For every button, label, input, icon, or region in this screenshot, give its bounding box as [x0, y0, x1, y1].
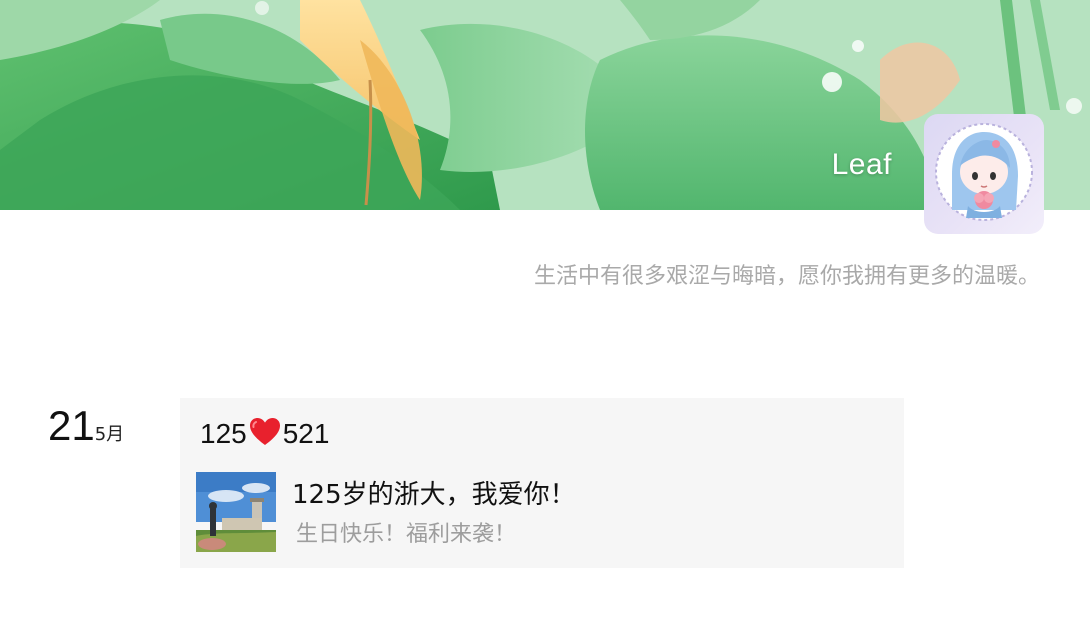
- moments-page: Leaf 生活中有很多艰涩与晦暗，愿你我拥有更多的温暖。 215月 125 521: [0, 0, 1090, 642]
- post-title: 125 521: [200, 414, 329, 454]
- post-title-suffix: 521: [282, 418, 330, 449]
- campus-photo-icon: [196, 472, 276, 552]
- anime-girl-avatar-icon: [935, 123, 1033, 221]
- article-description: 生日快乐！福利来袭！: [296, 522, 517, 547]
- post-card[interactable]: 125 521 125岁的浙大，我爱你！ 生日快乐！福利来袭！: [180, 398, 904, 568]
- avatar[interactable]: [924, 114, 1044, 234]
- post-date: 215月: [48, 402, 124, 454]
- post-date-day: 21: [48, 402, 95, 449]
- article-title: 125岁的浙大，我爱你！: [292, 480, 576, 510]
- owner-name: Leaf: [831, 148, 892, 181]
- profile-signature: 生活中有很多艰涩与晦暗，愿你我拥有更多的温暖。: [533, 264, 1040, 289]
- article-thumbnail: [196, 472, 276, 552]
- post-title-prefix: 125: [200, 418, 247, 449]
- shared-article-link[interactable]: 125岁的浙大，我爱你！ 生日快乐！福利来袭！: [196, 472, 886, 552]
- red-heart-icon: [249, 418, 280, 445]
- post-date-month: 5月: [94, 424, 125, 445]
